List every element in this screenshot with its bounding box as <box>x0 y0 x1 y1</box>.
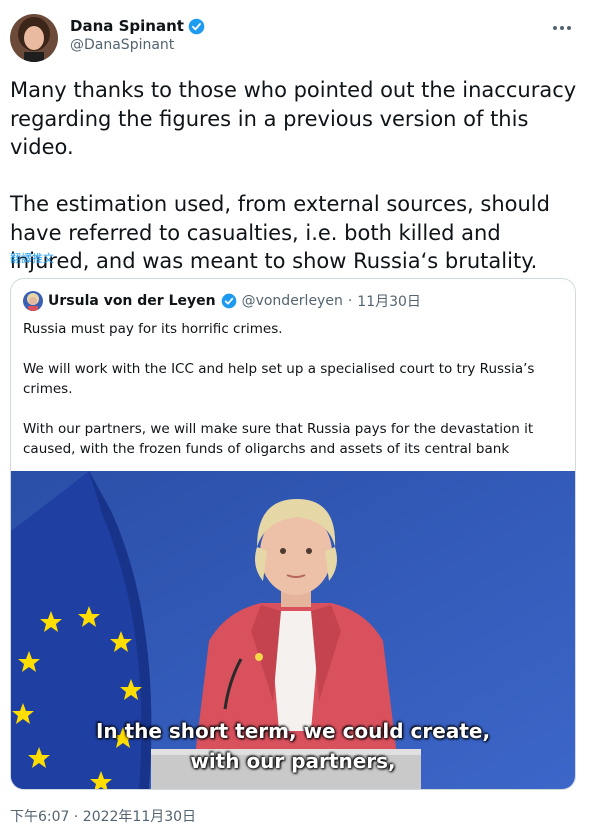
tweet-timestamp[interactable]: 下午6:07 · 2022年11月30日 <box>10 806 196 826</box>
more-options-icon[interactable] <box>550 18 574 38</box>
video-caption-line-1: In the short term, we could create, <box>95 719 491 743</box>
author-display-name-row[interactable]: Dana Spinant <box>70 17 205 35</box>
video-caption-line-2: with our partners, <box>190 749 396 773</box>
author-handle[interactable]: @DanaSpinant <box>70 37 205 53</box>
quoted-tweet-card[interactable]: Ursula von der Leyen @vonderleyen · 11月3… <box>10 278 576 790</box>
quoted-tweet-text: Russia must pay for its horrific crimes.… <box>23 321 535 457</box>
dot-separator: · <box>347 293 353 309</box>
quoted-author-handle: @vonderleyen <box>241 293 343 309</box>
author-names: Dana Spinant @DanaSpinant <box>70 16 205 53</box>
verified-badge-icon <box>188 18 205 34</box>
quoted-author-avatar <box>23 291 43 311</box>
tweet-header: Dana Spinant @DanaSpinant <box>10 12 580 64</box>
translate-tweet-link[interactable]: 翻譯推文 <box>10 250 54 266</box>
verified-badge-icon <box>221 293 236 309</box>
author-avatar[interactable] <box>10 14 58 62</box>
quoted-tweet-date: 11月30日 <box>357 294 421 310</box>
quoted-tweet-header: Ursula von der Leyen @vonderleyen · 11月3… <box>23 291 421 311</box>
tweet-text: Many thanks to those who pointed out the… <box>10 78 577 273</box>
quoted-video[interactable]: In the short term, we could create, with… <box>11 471 575 789</box>
author-display-name: Dana Spinant <box>70 17 184 35</box>
quoted-author-display-name: Ursula von der Leyen <box>48 293 216 309</box>
